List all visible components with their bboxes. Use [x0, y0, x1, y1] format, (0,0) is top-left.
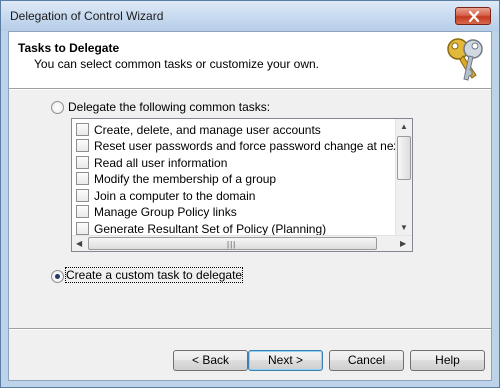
task-checkbox[interactable]	[76, 189, 89, 202]
task-label: Join a computer to the domain	[94, 189, 256, 203]
next-button[interactable]: Next >	[248, 350, 323, 371]
page-title: Tasks to Delegate	[18, 41, 120, 55]
grip-icon: |||	[227, 240, 237, 249]
vertical-scroll-thumb[interactable]	[397, 136, 411, 180]
custom-task-label[interactable]: Create a custom task to delegate	[64, 267, 244, 283]
tasks-list-items: Create, delete, and manage user accounts…	[72, 119, 412, 235]
list-item[interactable]: Create, delete, and manage user accounts	[72, 121, 412, 137]
help-button[interactable]: Help	[410, 350, 485, 371]
header-divider	[9, 88, 491, 90]
task-label: Manage Group Policy links	[94, 205, 237, 219]
task-label: Reset user passwords and force password …	[94, 139, 412, 153]
task-label: Read all user information	[94, 156, 228, 170]
task-checkbox[interactable]	[76, 205, 89, 218]
list-item[interactable]: Read all user information	[72, 154, 412, 170]
common-tasks-label[interactable]: Delegate the following common tasks:	[68, 100, 270, 114]
task-label: Create, delete, and manage user accounts	[94, 123, 321, 137]
cancel-button[interactable]: Cancel	[329, 350, 404, 371]
scroll-up-icon[interactable]: ▲	[400, 122, 408, 131]
scroll-right-icon[interactable]: ▶	[400, 239, 406, 248]
list-item[interactable]: Generate Resultant Set of Policy (Planni…	[72, 220, 412, 235]
list-item[interactable]: Join a computer to the domain	[72, 187, 412, 203]
task-label: Generate Resultant Set of Policy (Planni…	[94, 222, 327, 235]
close-icon	[468, 11, 480, 22]
footer-divider	[9, 328, 491, 330]
vertical-scrollbar[interactable]: ▲ ▼	[395, 119, 412, 235]
wizard-header: Tasks to Delegate You can select common …	[9, 32, 491, 88]
list-item[interactable]: Manage Group Policy links	[72, 203, 412, 219]
task-checkbox[interactable]	[76, 139, 89, 152]
scroll-down-icon[interactable]: ▼	[400, 223, 408, 232]
back-button[interactable]: < Back	[173, 350, 248, 371]
list-item[interactable]: Reset user passwords and force password …	[72, 137, 412, 153]
keys-icon	[447, 38, 483, 81]
title-bar: Delegation of Control Wizard	[1, 1, 499, 31]
window-title: Delegation of Control Wizard	[10, 9, 164, 23]
wizard-window: Delegation of Control Wizard Tasks to De…	[0, 0, 500, 388]
tasks-list[interactable]: Create, delete, and manage user accounts…	[71, 118, 413, 252]
scroll-left-icon[interactable]: ◀	[76, 239, 82, 248]
close-button[interactable]	[455, 7, 491, 25]
page-subtitle: You can select common tasks or customize…	[34, 57, 320, 71]
task-checkbox[interactable]	[76, 123, 89, 136]
task-label: Modify the membership of a group	[94, 172, 277, 186]
task-checkbox[interactable]	[76, 222, 89, 235]
task-checkbox[interactable]	[76, 172, 89, 185]
custom-task-radio[interactable]	[51, 270, 64, 283]
horizontal-scrollbar[interactable]: ◀ ||| ▶	[72, 235, 412, 251]
list-item[interactable]: Modify the membership of a group	[72, 170, 412, 186]
task-checkbox[interactable]	[76, 156, 89, 169]
wizard-body: Tasks to Delegate You can select common …	[8, 31, 492, 381]
common-tasks-radio[interactable]	[51, 101, 64, 114]
horizontal-scroll-thumb[interactable]: |||	[88, 237, 377, 250]
